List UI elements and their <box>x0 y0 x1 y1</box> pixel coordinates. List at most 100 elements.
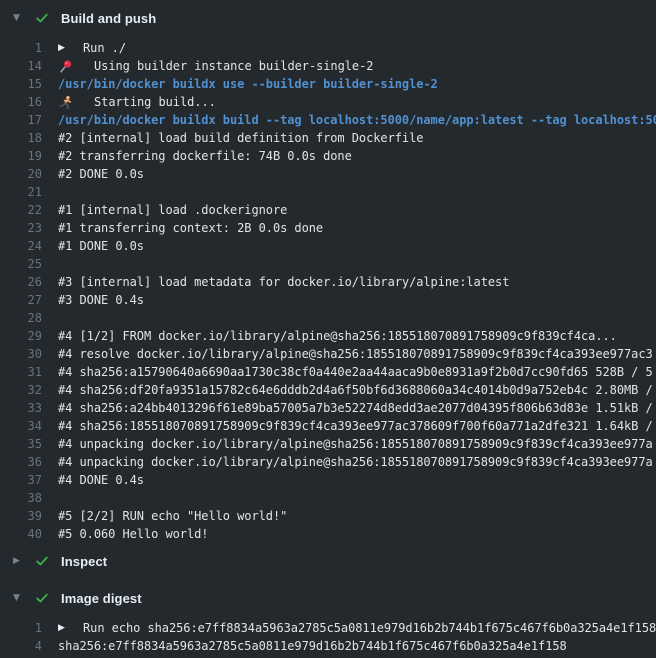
log-text: #1 DONE 0.0s <box>58 237 144 255</box>
run-expander-icon[interactable]: ▶ <box>58 43 75 53</box>
line-content: #5 0.060 Hello world! <box>58 525 208 543</box>
log-text: #2 [internal] load build definition from… <box>58 129 423 147</box>
log-text: #5 0.060 Hello world! <box>58 525 208 543</box>
log-line: 1 ▶ Run echo sha256:e7ff8834a5963a2785c5… <box>0 619 656 637</box>
log-text: #4 sha256:185518070891758909c9f839cf4ca3… <box>58 417 653 435</box>
section-title: Inspect <box>61 554 107 569</box>
line-number-link[interactable]: 17 <box>0 111 42 129</box>
line-content: #4 resolve docker.io/library/alpine@sha2… <box>58 345 653 363</box>
log-line: 4 sha256:e7ff8834a5963a2785c5a0811e979d1… <box>0 637 656 655</box>
actions-log-viewer: ▼ Build and push 1 ▶ Run ./ 14 Using bui… <box>0 0 656 658</box>
line-number-link[interactable]: 31 <box>0 363 42 381</box>
line-number-link[interactable]: 21 <box>0 183 42 201</box>
log-line: 18 #2 [internal] load build definition f… <box>0 129 656 147</box>
log-line: 19 #2 transferring dockerfile: 74B 0.0s … <box>0 147 656 165</box>
line-number-link[interactable]: 1 <box>0 619 42 637</box>
log-text: /usr/bin/docker buildx use --builder bui… <box>58 75 438 93</box>
line-number-link[interactable]: 18 <box>0 129 42 147</box>
log-line: 30 #4 resolve docker.io/library/alpine@s… <box>0 345 656 363</box>
line-content: ▶ Run echo sha256:e7ff8834a5963a2785c5a0… <box>58 619 656 637</box>
section-inspect: ▶ Inspect <box>0 548 656 574</box>
line-content: #4 unpacking docker.io/library/alpine@sh… <box>58 453 653 471</box>
section-chevron-icon: ▼ <box>13 5 35 31</box>
log-text: #4 resolve docker.io/library/alpine@sha2… <box>58 345 653 363</box>
log-text: #2 transferring dockerfile: 74B 0.0s don… <box>58 147 352 165</box>
runner-icon <box>58 95 78 110</box>
section-image-digest: ▼ Image digest 1 ▶ Run echo sha256:e7ff8… <box>0 585 656 655</box>
section-title: Image digest <box>61 591 142 606</box>
line-number-link[interactable]: 29 <box>0 327 42 345</box>
log-line: 21 <box>0 183 656 201</box>
line-number-link[interactable]: 39 <box>0 507 42 525</box>
line-content: #3 [internal] load metadata for docker.i… <box>58 273 509 291</box>
line-number-link[interactable]: 19 <box>0 147 42 165</box>
section-build-and-push: ▼ Build and push 1 ▶ Run ./ 14 Using bui… <box>0 5 656 543</box>
log-text: Starting build... <box>94 93 216 111</box>
line-number-link[interactable]: 33 <box>0 399 42 417</box>
log-line: 39 #5 [2/2] RUN echo "Hello world!" <box>0 507 656 525</box>
log-text: Using builder instance builder-single-2 <box>94 57 373 75</box>
log-text: #4 sha256:a24bb4013296f61e89ba57005a7b3e… <box>58 399 653 417</box>
log-line: 20 #2 DONE 0.0s <box>0 165 656 183</box>
line-number-link[interactable]: 15 <box>0 75 42 93</box>
line-number-link[interactable]: 37 <box>0 471 42 489</box>
line-number-link[interactable]: 23 <box>0 219 42 237</box>
line-number-link[interactable]: 24 <box>0 237 42 255</box>
log-text: #4 sha256:df20fa9351a15782c64e6dddb2d4a6… <box>58 381 653 399</box>
line-content: #4 sha256:185518070891758909c9f839cf4ca3… <box>58 417 653 435</box>
line-number-link[interactable]: 22 <box>0 201 42 219</box>
line-number-link[interactable]: 32 <box>0 381 42 399</box>
log-line: 38 <box>0 489 656 507</box>
line-content: #2 [internal] load build definition from… <box>58 129 423 147</box>
log-text: Run ./ <box>83 39 126 57</box>
log-line: 27 #3 DONE 0.4s <box>0 291 656 309</box>
log-text: #4 DONE 0.4s <box>58 471 144 489</box>
log-text: #4 sha256:a15790640a6690aa1730c38cf0a440… <box>58 363 653 381</box>
log-text: sha256:e7ff8834a5963a2785c5a0811e979d16b… <box>58 637 567 655</box>
line-content: sha256:e7ff8834a5963a2785c5a0811e979d16b… <box>58 637 567 655</box>
line-content: #4 DONE 0.4s <box>58 471 144 489</box>
success-check-icon <box>35 554 61 568</box>
log-line: 31 #4 sha256:a15790640a6690aa1730c38cf0a… <box>0 363 656 381</box>
log-text: #2 DONE 0.0s <box>58 165 144 183</box>
line-number-link[interactable]: 20 <box>0 165 42 183</box>
section-header[interactable]: ▶ Inspect <box>0 548 656 574</box>
log-line: 23 #1 transferring context: 2B 0.0s done <box>0 219 656 237</box>
log-text: #4 unpacking docker.io/library/alpine@sh… <box>58 453 653 471</box>
line-content: Using builder instance builder-single-2 <box>58 57 373 75</box>
pushpin-icon <box>58 59 78 74</box>
log-text: /usr/bin/docker buildx build --tag local… <box>58 111 656 129</box>
log-text: Run echo sha256:e7ff8834a5963a2785c5a081… <box>83 619 656 637</box>
line-number-link[interactable]: 27 <box>0 291 42 309</box>
success-check-icon <box>35 591 61 605</box>
log-text: #5 [2/2] RUN echo "Hello world!" <box>58 507 287 525</box>
line-number-link[interactable]: 35 <box>0 435 42 453</box>
log-text: #4 [1/2] FROM docker.io/library/alpine@s… <box>58 327 617 345</box>
log-line: 1 ▶ Run ./ <box>0 39 656 57</box>
log-line: 28 <box>0 309 656 327</box>
line-number-link[interactable]: 40 <box>0 525 42 543</box>
line-content: #5 [2/2] RUN echo "Hello world!" <box>58 507 287 525</box>
line-number-link[interactable]: 26 <box>0 273 42 291</box>
log-line: 25 <box>0 255 656 273</box>
section-header[interactable]: ▼ Build and push <box>0 5 656 31</box>
run-expander-icon[interactable]: ▶ <box>58 623 75 633</box>
section-header[interactable]: ▼ Image digest <box>0 585 656 611</box>
line-number-link[interactable]: 16 <box>0 93 42 111</box>
log-line: 34 #4 sha256:185518070891758909c9f839cf4… <box>0 417 656 435</box>
line-content: /usr/bin/docker buildx use --builder bui… <box>58 75 438 93</box>
line-number-link[interactable]: 25 <box>0 255 42 273</box>
line-number-link[interactable]: 34 <box>0 417 42 435</box>
line-number-link[interactable]: 28 <box>0 309 42 327</box>
line-number-link[interactable]: 4 <box>0 637 42 655</box>
line-content: #4 unpacking docker.io/library/alpine@sh… <box>58 435 653 453</box>
section-chevron-icon: ▶ <box>13 548 35 574</box>
line-number-link[interactable]: 38 <box>0 489 42 507</box>
log-text: #1 [internal] load .dockerignore <box>58 201 287 219</box>
line-number-link[interactable]: 1 <box>0 39 42 57</box>
line-number-link[interactable]: 30 <box>0 345 42 363</box>
line-content: #4 sha256:df20fa9351a15782c64e6dddb2d4a6… <box>58 381 653 399</box>
log-line: 15 /usr/bin/docker buildx use --builder … <box>0 75 656 93</box>
line-number-link[interactable]: 36 <box>0 453 42 471</box>
line-number-link[interactable]: 14 <box>0 57 42 75</box>
